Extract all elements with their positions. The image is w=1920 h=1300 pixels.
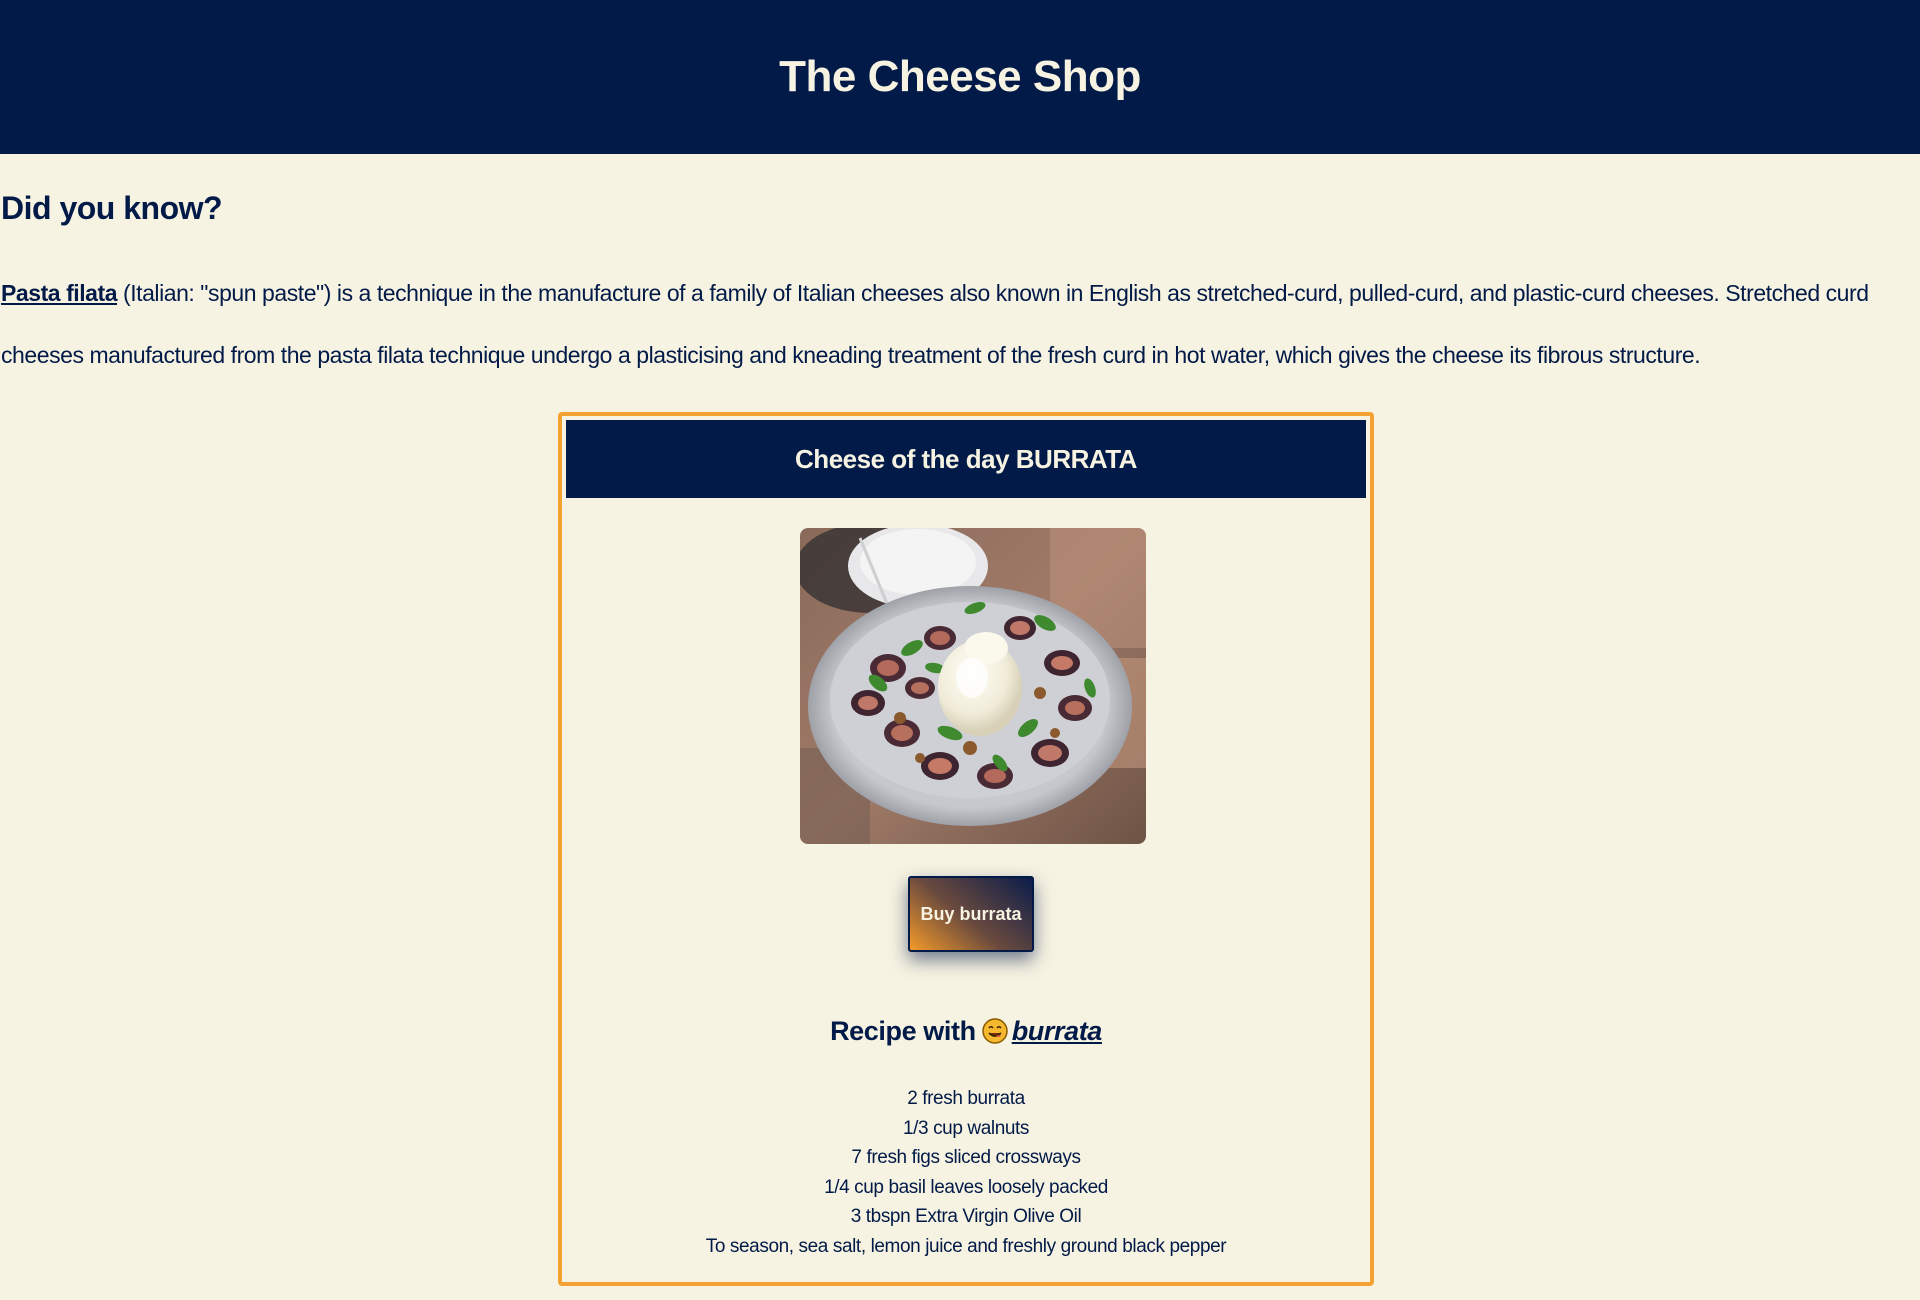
buy-burrata-button[interactable]: Buy burrata	[908, 876, 1034, 952]
ingredient-item: 3 tbspn Extra Virgin Olive Oil	[850, 1206, 1082, 1228]
fact-heading: Did you know?	[1, 190, 223, 226]
fact-paragraph: Pasta filata (Italian: "spun paste") is …	[1, 262, 1916, 386]
cheese-of-the-day-card: Cheese of the day BURRATA Buy burrata Re…	[558, 412, 1374, 1286]
yum-face-emoji-icon	[981, 1017, 1008, 1052]
ingredient-item: 1/4 cup basil leaves loosely packed	[824, 1176, 1108, 1198]
ingredient-item: 7 fresh figs sliced crossways	[851, 1147, 1081, 1169]
ingredients-list: 2 fresh burrata 1/3 cup walnuts 7 fresh …	[562, 1084, 1370, 1262]
ingredient-item: To season, sea salt, lemon juice and fre…	[705, 1235, 1227, 1257]
recipe-heading: Recipe with burrata	[562, 1016, 1370, 1052]
ingredient-item: 2 fresh burrata	[907, 1088, 1025, 1109]
ingredient-item: 1/3 cup walnuts	[902, 1117, 1030, 1139]
card-header: Cheese of the day BURRATA	[566, 420, 1366, 498]
recipe-prefix: Recipe with	[830, 1016, 976, 1046]
site-header: The Cheese Shop	[0, 0, 1920, 154]
fact-body: (Italian: "spun paste") is a technique i…	[1, 280, 1869, 368]
site-title: The Cheese Shop	[779, 52, 1141, 101]
recipe-burrata-link[interactable]: burrata	[1012, 1016, 1103, 1046]
pasta-filata-link[interactable]: Pasta filata	[1, 280, 117, 306]
burrata-photo	[800, 528, 1146, 844]
card-title: Cheese of the day BURRATA	[795, 443, 1137, 474]
